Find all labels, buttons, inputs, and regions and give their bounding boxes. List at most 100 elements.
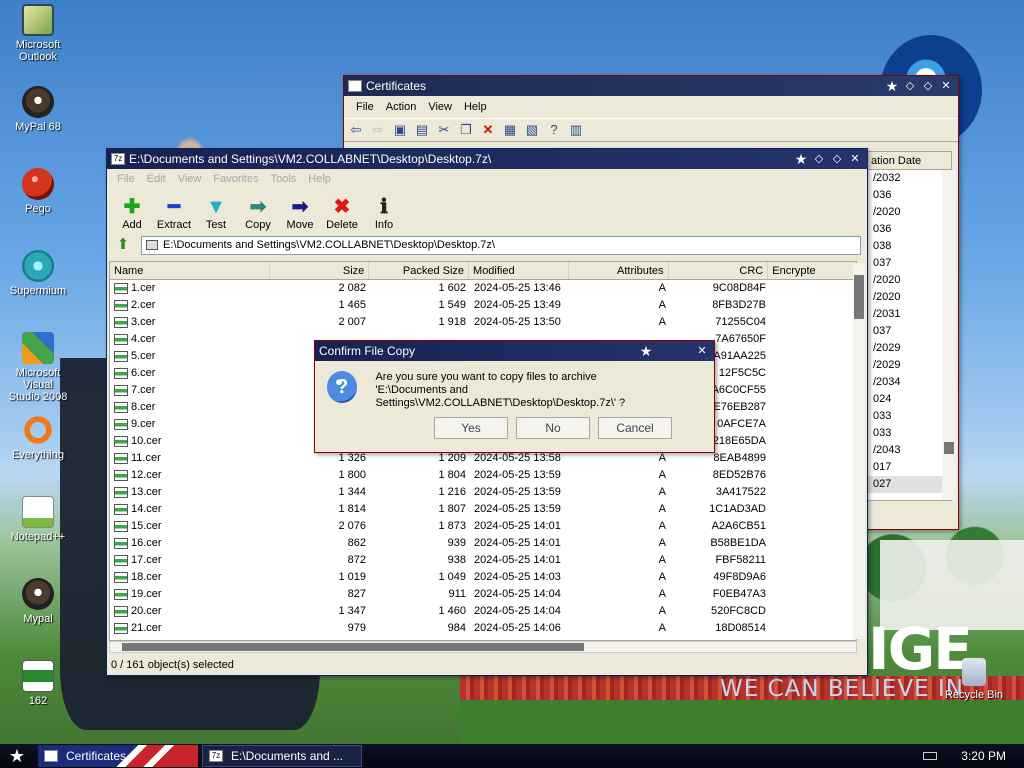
- keyboard-icon[interactable]: [923, 752, 938, 760]
- menu-action[interactable]: Action: [380, 101, 423, 113]
- certificates-scrollbar[interactable]: [942, 170, 956, 500]
- table-row[interactable]: 1.cer 2 082 1 602 2024-05-25 13:46 A 9C08D84F: [110, 280, 856, 297]
- extract-button[interactable]: ━ Extract: [153, 195, 195, 231]
- list-item[interactable]: /2043: [867, 442, 951, 459]
- back-arrow-icon[interactable]: ⇦: [348, 122, 364, 138]
- desktop-icon-recycle-bin[interactable]: Recycle Bin: [936, 658, 1012, 701]
- list-item[interactable]: 027: [867, 476, 951, 493]
- start-button[interactable]: ★: [0, 746, 34, 767]
- menu-tools[interactable]: Tools: [265, 173, 303, 185]
- list-item[interactable]: /2029: [867, 357, 951, 374]
- up-folder-icon[interactable]: ▣: [392, 122, 408, 138]
- column-packed-size[interactable]: Packed Size: [369, 262, 470, 279]
- list-item[interactable]: /2032: [867, 170, 951, 187]
- column-encrypted[interactable]: Encrypte: [768, 262, 856, 279]
- desktop-icon-pego[interactable]: Pego: [0, 168, 76, 215]
- column-modified[interactable]: Modified: [469, 262, 569, 279]
- confirm-copy-dialog[interactable]: Confirm File Copy ★ ✕ ? Are you sure you…: [314, 340, 715, 453]
- cut-icon[interactable]: ✂: [436, 122, 452, 138]
- taskbar-item-certificates[interactable]: Certificates: [38, 745, 198, 767]
- list-item[interactable]: /2034: [867, 374, 951, 391]
- list-item[interactable]: /2031: [867, 306, 951, 323]
- show-tree-icon[interactable]: ▤: [414, 122, 430, 138]
- minimize-button[interactable]: ◇: [902, 79, 918, 93]
- maximize-button[interactable]: ◇: [829, 152, 845, 166]
- list-item[interactable]: /2020: [867, 272, 951, 289]
- delete-icon[interactable]: ✕: [480, 122, 496, 138]
- table-row[interactable]: 16.cer 862 939 2024-05-25 14:01 A B58BE1DA: [110, 535, 856, 552]
- list-item[interactable]: 024: [867, 391, 951, 408]
- move-button[interactable]: ➡ Move: [279, 195, 321, 231]
- table-row[interactable]: 2.cer 1 465 1 549 2024-05-25 13:49 A 8FB3D27B: [110, 297, 856, 314]
- table-row[interactable]: 14.cer 1 814 1 807 2024-05-25 13:59 A 1C1AD3A…: [110, 501, 856, 518]
- close-button[interactable]: ✕: [938, 79, 954, 93]
- certificate-list[interactable]: ation Date /2032 036 /2020 036 038 037 /…: [866, 151, 952, 501]
- desktop-icon-everything[interactable]: Everything: [0, 414, 76, 461]
- table-row[interactable]: 18.cer 1 019 1 049 2024-05-25 14:03 A 49F8D9A…: [110, 569, 856, 586]
- close-button[interactable]: ✕: [694, 344, 710, 358]
- table-row[interactable]: 12.cer 1 800 1 804 2024-05-25 13:59 A 8ED52B7…: [110, 467, 856, 484]
- dialog-titlebar[interactable]: Confirm File Copy ★ ✕: [315, 341, 714, 361]
- menu-view[interactable]: View: [172, 173, 208, 185]
- menu-help[interactable]: Help: [302, 173, 337, 185]
- sevenzip-titlebar[interactable]: 7z E:\Documents and Settings\VM2.COLLABN…: [107, 149, 867, 169]
- cancel-button[interactable]: Cancel: [598, 417, 672, 439]
- up-folder-button[interactable]: ⬆: [111, 235, 135, 255]
- table-row[interactable]: 20.cer 1 347 1 460 2024-05-25 14:04 A 520FC8C…: [110, 603, 856, 620]
- console-icon[interactable]: ▥: [568, 122, 584, 138]
- star-icon[interactable]: ★: [884, 79, 900, 93]
- info-button[interactable]: ℹ Info: [363, 195, 405, 231]
- expiration-date-header[interactable]: ation Date: [867, 152, 951, 170]
- minimize-button[interactable]: ◇: [811, 152, 827, 166]
- table-row[interactable]: 13.cer 1 344 1 216 2024-05-25 13:59 A 3A41752…: [110, 484, 856, 501]
- copy-button[interactable]: ➡ Copy: [237, 195, 279, 231]
- scrollbar-thumb[interactable]: [944, 442, 954, 454]
- menu-favorites[interactable]: Favorites: [207, 173, 264, 185]
- desktop-icon-supermium[interactable]: Supermium: [0, 250, 76, 297]
- horizontal-scrollbar[interactable]: [109, 641, 857, 653]
- table-row[interactable]: 21.cer 979 984 2024-05-25 14:06 A 18D08514: [110, 620, 856, 637]
- delete-button[interactable]: ✖ Delete: [321, 195, 363, 231]
- certificates-titlebar[interactable]: Certificates ★ ◇ ◇ ✕: [344, 76, 958, 96]
- forward-arrow-icon[interactable]: ⇨: [370, 122, 386, 138]
- desktop-icon-162[interactable]: 162: [0, 660, 76, 707]
- menu-file[interactable]: File: [111, 173, 141, 185]
- list-item[interactable]: 033: [867, 408, 951, 425]
- menu-edit[interactable]: Edit: [141, 173, 172, 185]
- menu-file[interactable]: File: [350, 101, 380, 113]
- yes-button[interactable]: Yes: [434, 417, 508, 439]
- add-button[interactable]: ✚ Add: [111, 195, 153, 231]
- scrollbar-thumb[interactable]: [854, 275, 864, 319]
- taskbar-item-sevenzip[interactable]: 7z E:\Documents and ...: [202, 745, 362, 767]
- desktop-icon-mypal68[interactable]: MyPal 68: [0, 86, 76, 133]
- desktop-icon-outlook[interactable]: Microsoft Outlook: [0, 4, 76, 63]
- desktop-icon-visual-studio[interactable]: Microsoft Visual Studio 2008: [0, 332, 76, 403]
- column-crc[interactable]: CRC: [669, 262, 769, 279]
- table-row[interactable]: 15.cer 2 076 1 873 2024-05-25 14:01 A A2A6CB5…: [110, 518, 856, 535]
- desktop-icon-notepadpp[interactable]: Notepad++: [0, 496, 76, 543]
- desktop-icon-mypal[interactable]: Mypal: [0, 578, 76, 625]
- path-input[interactable]: E:\Documents and Settings\VM2.COLLABNET\…: [141, 235, 861, 255]
- copy-icon[interactable]: ❐: [458, 122, 474, 138]
- menu-view[interactable]: View: [422, 101, 458, 113]
- help-icon[interactable]: ?: [546, 122, 562, 138]
- list-item[interactable]: 033: [867, 425, 951, 442]
- list-item[interactable]: 037: [867, 323, 951, 340]
- list-item[interactable]: /2029: [867, 340, 951, 357]
- menu-help[interactable]: Help: [458, 101, 493, 113]
- list-item[interactable]: /2020: [867, 204, 951, 221]
- list-item[interactable]: 036: [867, 187, 951, 204]
- column-attributes[interactable]: Attributes: [569, 262, 669, 279]
- scrollbar-thumb[interactable]: [122, 643, 584, 651]
- column-size[interactable]: Size: [270, 262, 370, 279]
- no-button[interactable]: No: [516, 417, 590, 439]
- vertical-scrollbar[interactable]: [853, 263, 865, 639]
- star-icon[interactable]: ★: [638, 344, 654, 358]
- export-icon[interactable]: ▧: [524, 122, 540, 138]
- table-row[interactable]: 19.cer 827 911 2024-05-25 14:04 A F0EB47A3: [110, 586, 856, 603]
- star-icon[interactable]: ★: [793, 152, 809, 166]
- list-item[interactable]: 036: [867, 221, 951, 238]
- properties-icon[interactable]: ▦: [502, 122, 518, 138]
- list-item[interactable]: 037: [867, 255, 951, 272]
- clock[interactable]: 3:20 PM: [961, 749, 1006, 763]
